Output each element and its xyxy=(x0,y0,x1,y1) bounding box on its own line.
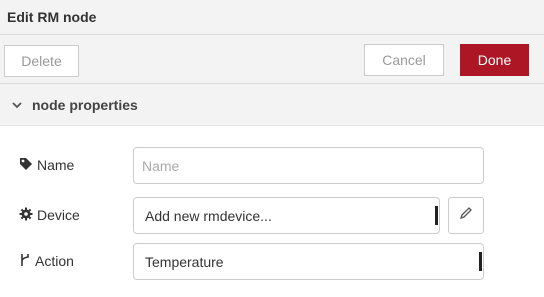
name-label-text: Name xyxy=(37,157,75,173)
dialog-title: Edit RM node xyxy=(0,0,544,35)
action-label-text: Action xyxy=(35,253,74,269)
device-label-text: Device xyxy=(37,207,80,223)
device-label: Device xyxy=(19,205,80,225)
delete-button[interactable]: Delete xyxy=(4,45,79,77)
chevron-down-icon xyxy=(10,98,24,112)
device-select-value: Add new rmdevice... xyxy=(145,207,272,224)
action-label: Action xyxy=(19,251,74,271)
edit-device-button[interactable] xyxy=(448,197,484,234)
edit-node-dialog: Edit RM node Delete Cancel Done node pro… xyxy=(0,0,544,297)
cancel-button[interactable]: Cancel xyxy=(364,44,444,76)
dialog-toolbar: Delete Cancel Done xyxy=(0,35,544,84)
gear-icon xyxy=(19,207,37,224)
done-button[interactable]: Done xyxy=(460,44,529,76)
node-properties-section-header[interactable]: node properties xyxy=(0,84,544,126)
action-select[interactable]: Temperature xyxy=(133,243,484,280)
pencil-icon xyxy=(459,206,473,225)
action-select-value: Temperature xyxy=(145,253,224,270)
branch-icon xyxy=(19,253,35,270)
section-title: node properties xyxy=(32,96,138,113)
name-input[interactable]: Name xyxy=(133,147,484,184)
tag-icon xyxy=(19,157,37,174)
name-label: Name xyxy=(19,155,74,175)
select-arrow-icon xyxy=(479,252,482,271)
device-select[interactable]: Add new rmdevice... xyxy=(133,197,440,234)
select-arrow-icon xyxy=(435,206,438,225)
